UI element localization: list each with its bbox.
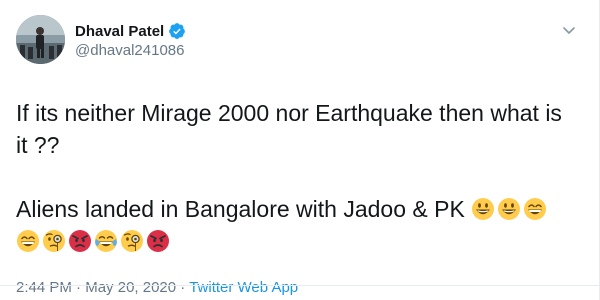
grinning-smiling-eyes-emoji-icon xyxy=(16,229,40,253)
grinning-smiling-eyes-emoji-icon xyxy=(523,197,547,221)
name-row: Dhaval Patel xyxy=(75,21,186,41)
user-info: Dhaval Patel @dhaval241086 xyxy=(75,13,186,59)
user-handle[interactable]: @dhaval241086 xyxy=(75,42,186,59)
grinning-face-emoji-icon xyxy=(497,197,521,221)
avatar[interactable] xyxy=(16,15,65,64)
face-with-monocle-emoji-icon xyxy=(120,229,144,253)
grinning-face-emoji-icon xyxy=(471,197,495,221)
angry-face-emoji-icon xyxy=(68,229,92,253)
verified-badge-icon xyxy=(168,22,186,40)
tweet-paragraph-2-text: Aliens landed in Bangalore with Jadoo & … xyxy=(16,196,472,222)
face-with-tears-of-joy-emoji-icon xyxy=(94,229,118,253)
face-with-monocle-emoji-icon xyxy=(42,229,66,253)
tweet-text: If its neither Mirage 2000 nor Earthquak… xyxy=(16,97,583,257)
angry-face-emoji-icon xyxy=(146,229,170,253)
tweet-paragraph-1: If its neither Mirage 2000 nor Earthquak… xyxy=(16,100,562,158)
tweet-card: Dhaval Patel @dhaval241086 If its neithe… xyxy=(0,0,600,300)
chevron-down-icon[interactable] xyxy=(561,22,577,38)
tweet-header: Dhaval Patel @dhaval241086 xyxy=(16,13,583,73)
tweet-paragraph-2: Aliens landed in Bangalore with Jadoo & … xyxy=(16,193,563,257)
divider xyxy=(0,285,599,300)
display-name[interactable]: Dhaval Patel xyxy=(75,23,164,40)
